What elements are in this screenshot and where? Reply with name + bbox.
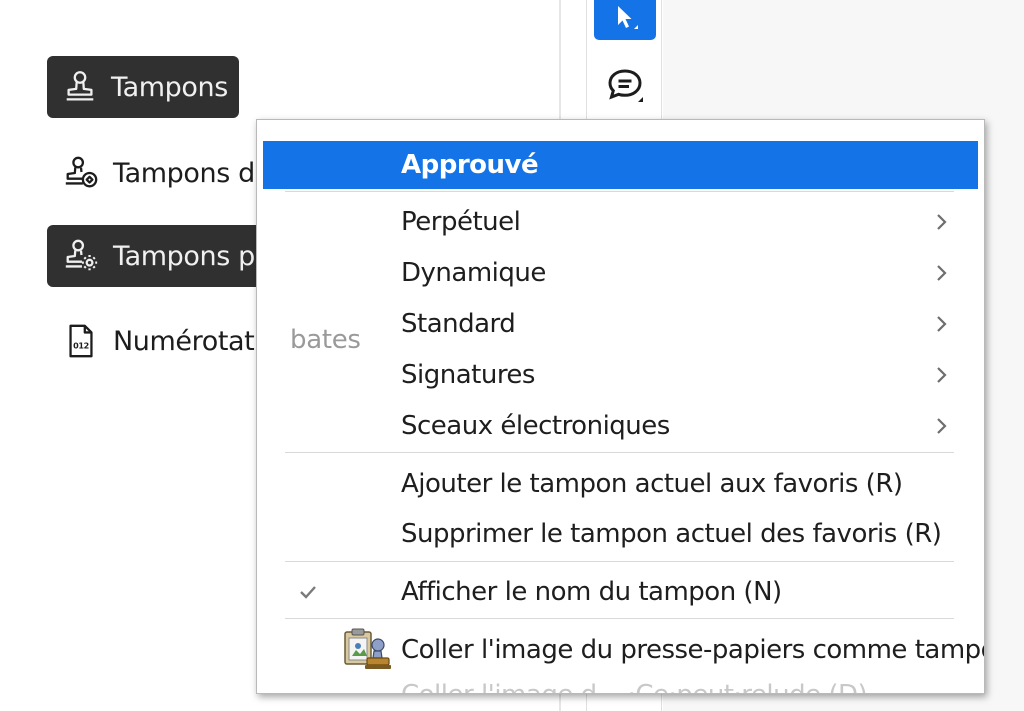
comment-tool-button[interactable] (601, 64, 649, 112)
menu-item-label: Approuvé (401, 150, 539, 180)
menu-item-remove-favorite[interactable]: Supprimer le tampon actuel des favoris (… (263, 510, 978, 558)
stamp-settings-icon (61, 236, 101, 276)
checkmark-icon (299, 568, 317, 616)
tool-item-label: Tampons pe (113, 240, 272, 272)
menu-item-dynamic[interactable]: Dynamique (263, 249, 978, 297)
chevron-right-icon (936, 198, 948, 246)
menu-item-label: Coller l'image du presse-papiers comme t… (401, 635, 984, 665)
menu-item-label: Dynamique (401, 258, 546, 288)
menu-separator (285, 191, 954, 192)
chevron-right-icon (936, 351, 948, 399)
menu-item-cut-off: Coller l'image d... ·Ce·peut·relude (D) (401, 680, 868, 693)
menu-separator (285, 618, 954, 619)
app-window: Tampons Tampons d'u Tampons pe 012 Numér… (0, 0, 1024, 711)
stamp-context-menu: bates Approuvé Perpétuel Dynamique Stand… (256, 119, 985, 694)
tool-item-label: Tampons (111, 71, 228, 103)
menu-separator (285, 561, 954, 562)
menu-item-add-favorite[interactable]: Ajouter le tampon actuel aux favoris (R) (263, 460, 978, 508)
stamp-icon (61, 67, 99, 107)
select-tool-button[interactable] (594, 0, 656, 40)
tool-item-bates-numbering[interactable]: 012 Numérotatio (47, 310, 292, 372)
custom-stamp-icon (61, 153, 101, 193)
menu-item-electronic-seals[interactable]: Sceaux électroniques (263, 402, 978, 450)
tool-item-custom-stamps-settings[interactable]: Tampons pe (47, 225, 287, 287)
chevron-right-icon (936, 249, 948, 297)
menu-item-signatures[interactable]: Signatures (263, 351, 978, 399)
menu-item-perpetual[interactable]: Perpétuel (263, 198, 978, 246)
tool-item-label: Numérotatio (113, 325, 278, 357)
menu-item-label: Ajouter le tampon actuel aux favoris (R) (401, 469, 903, 499)
menu-item-label: Supprimer le tampon actuel des favoris (… (401, 519, 942, 549)
menu-item-paste-clipboard-stamp[interactable]: Coller l'image du presse-papiers comme t… (263, 626, 984, 674)
menu-item-label: Perpétuel (401, 207, 521, 237)
menu-separator (285, 452, 954, 453)
comment-icon (603, 64, 647, 112)
chevron-right-icon (936, 300, 948, 348)
menu-item-show-stamp-name[interactable]: Afficher le nom du tampon (N) (263, 568, 978, 616)
menu-item-standard[interactable]: Standard (263, 300, 978, 348)
menu-item-label: Standard (401, 309, 516, 339)
menu-item-approved[interactable]: Approuvé (263, 141, 978, 189)
menu-item-label: Sceaux électroniques (401, 411, 670, 441)
menu-item-label: Signatures (401, 360, 535, 390)
chevron-right-icon (936, 402, 948, 450)
bates-numbering-icon: 012 (61, 321, 101, 361)
tool-item-stamps[interactable]: Tampons (47, 56, 239, 118)
select-arrow-icon (610, 3, 640, 37)
menu-item-label: Afficher le nom du tampon (N) (401, 577, 782, 607)
svg-text:012: 012 (73, 342, 89, 351)
tool-item-label: Tampons d'u (113, 157, 279, 189)
paste-stamp-icon (341, 628, 391, 672)
